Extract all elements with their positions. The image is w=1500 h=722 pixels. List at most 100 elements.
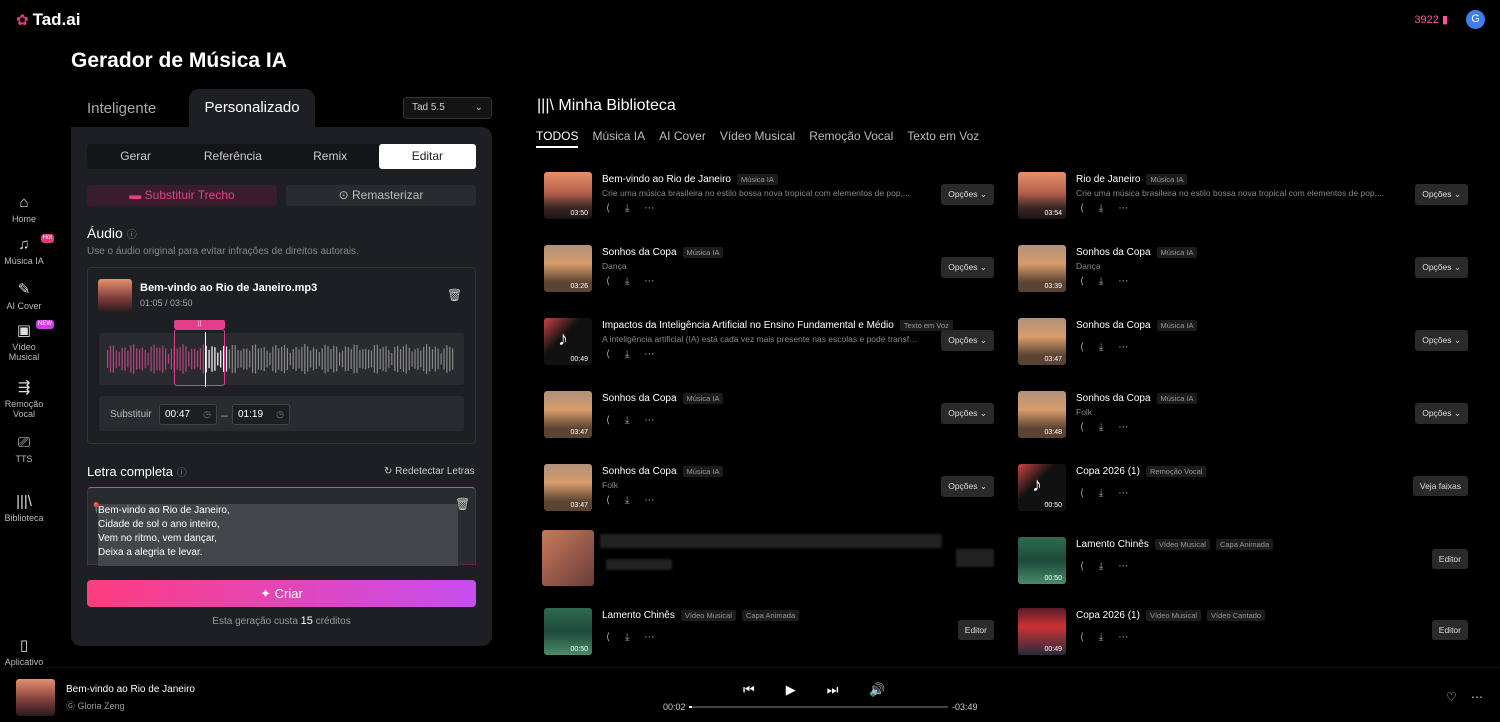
selection-drag-handle[interactable]: || [174,320,225,329]
end-time-input[interactable]: 01:19 ◷ [232,404,290,425]
title-text[interactable]: Sonhos da Copa [602,393,677,404]
share-icon[interactable]: ⟨ [606,415,610,426]
previous-icon[interactable]: ⏮ [743,682,755,698]
sidebar-item-5[interactable]: ⎚ TTS [0,435,48,465]
title-text[interactable]: Lamento Chinês [602,610,675,621]
download-icon[interactable]: ⤓ [625,495,629,506]
selection-region[interactable] [174,329,225,386]
sidebar-item-4[interactable]: ⇶ Remoção Vocal [0,380,48,420]
more-icon[interactable]: ⋯ [1118,422,1128,433]
thumbnail[interactable]: 03:47 [544,464,592,511]
share-icon[interactable]: ⟨ [1080,342,1084,353]
lib-tab-musica-ia[interactable]: Música IA [592,129,645,148]
more-icon[interactable]: ⋯ [1118,488,1128,499]
waveform[interactable] [99,333,464,385]
library-card[interactable]: 03:47 Sonhos da Copa Música IA ⟨ ⤓ ⋯ Opções ⌄ [1018,318,1468,368]
title-text[interactable]: Sonhos da Copa [1076,320,1151,331]
more-icon[interactable]: ⋯ [644,415,654,426]
sidebar-item-7[interactable]: ▯ Aplicativo [0,638,48,668]
card-action-button[interactable]: Opções ⌄ [1415,403,1468,424]
download-icon[interactable]: ⤓ [625,276,629,287]
download-icon[interactable]: ⤓ [625,632,629,643]
more-icon[interactable]: ⋯ [1118,203,1128,214]
title-text[interactable]: Copa 2026 (1) [1076,610,1140,621]
thumbnail[interactable]: 03:48 [1018,391,1066,438]
lib-tab-video-musical[interactable]: Vídeo Musical [720,129,795,148]
download-icon[interactable]: ⤓ [1099,632,1103,643]
library-card[interactable]: 00:50 Lamento Chinês Vídeo Musical Capa Ani… [544,608,994,658]
card-action-button[interactable]: Opções ⌄ [941,403,994,424]
thumbnail[interactable]: 03:47 [1018,318,1066,365]
download-icon[interactable]: ⤓ [1099,561,1103,572]
create-button[interactable]: ✦ Criar [87,580,476,607]
title-text[interactable]: Rio de Janeiro [1076,174,1140,185]
card-action-button[interactable]: Opções ⌄ [1415,330,1468,351]
trash-icon[interactable]: 🗑 [455,497,470,511]
lib-tab-todos[interactable]: TODOS [536,129,579,148]
thumbnail[interactable]: ♪ 00:50 [1018,464,1066,511]
library-card[interactable]: 03:50 Bem-vindo ao Rio de Janeiro Música I… [544,172,994,222]
download-icon[interactable]: ⤓ [625,415,629,426]
start-time-input[interactable]: 00:47 ◷ [159,404,217,425]
blurred-library-card[interactable] [542,530,994,587]
thumbnail[interactable]: 03:54 [1018,172,1066,219]
share-icon[interactable]: ⟨ [606,203,610,214]
title-text[interactable]: Sonhos da Copa [1076,247,1151,258]
player-thumbnail[interactable] [16,679,55,716]
library-card[interactable]: 03:47 Sonhos da Copa Música IA ⟨ ⤓ ⋯ Opções ⌄ [544,391,994,441]
title-text[interactable]: Sonhos da Copa [602,247,677,258]
share-icon[interactable]: ⟨ [1080,632,1084,643]
card-action-button[interactable]: Opções ⌄ [941,476,994,497]
sidebar-item-1[interactable]: ♫ Música IA Hot [0,234,54,266]
library-card[interactable]: 03:39 Sonhos da Copa Música IA Dança ⟨ ⤓ ⋯ Opçõ… [1018,245,1468,295]
card-action-button[interactable]: Editor [1431,549,1468,569]
card-action-button[interactable]: Editor [1431,620,1468,640]
subtab-remix[interactable]: Remix [282,144,379,169]
subtab-editar[interactable]: Editar [378,144,476,169]
heart-icon[interactable]: ♡ [1446,690,1457,704]
subtab-gerar[interactable]: Gerar [87,144,184,169]
library-card[interactable]: 03:26 Sonhos da Copa Música IA Dança ⟨ ⤓ ⋯ Opçõ… [544,245,994,295]
info-icon[interactable]: ⓘ [177,468,187,479]
avatar[interactable]: G [1466,10,1485,29]
thumbnail[interactable]: 00:50 [544,608,592,655]
library-card[interactable]: ♪ 00:50 Copa 2026 (1) Remoção Vocal ⟨ ⤓ ⋯ Veja … [1018,464,1468,514]
more-icon[interactable]: ⋯ [644,203,654,214]
download-icon[interactable]: ⤓ [1099,488,1103,499]
credits-count[interactable]: 3922 ▮ [1414,13,1448,26]
library-card[interactable]: 03:48 Sonhos da Copa Música IA Folk ⟨ ⤓ ⋯ Opçõe… [1018,391,1468,441]
library-card[interactable]: 00:49 Copa 2026 (1) Vídeo Musical Vídeo Can… [1018,608,1468,658]
redetect-lyrics-button[interactable]: ↻ Redetectar Letras [384,466,475,477]
subtab-referencia[interactable]: Referência [184,144,281,169]
more-icon[interactable]: ⋯ [644,276,654,287]
more-icon[interactable]: ⋯ [1471,690,1483,704]
share-icon[interactable]: ⟨ [1080,203,1084,214]
tab-inteligente[interactable]: Inteligente [87,100,156,117]
thumbnail[interactable]: 03:47 [544,391,592,438]
lib-tab-ai-cover[interactable]: AI Cover [659,129,706,148]
more-icon[interactable]: ⋯ [1118,632,1128,643]
download-icon[interactable]: ⤓ [1099,276,1103,287]
share-icon[interactable]: ⟨ [1080,561,1084,572]
share-icon[interactable]: ⟨ [1080,276,1084,287]
share-icon[interactable]: ⟨ [606,276,610,287]
share-icon[interactable]: ⟨ [606,632,610,643]
more-icon[interactable]: ⋯ [644,495,654,506]
title-text[interactable]: Sonhos da Copa [602,466,677,477]
more-icon[interactable]: ⋯ [1118,561,1128,572]
play-icon[interactable]: ▶ [786,682,796,698]
substituir-trecho-button[interactable]: ▬ Substituir Trecho [87,185,277,206]
card-action-button[interactable]: Opções ⌄ [941,184,994,205]
library-card[interactable]: ♪ 00:49 Impactos da Inteligência Artificia… [544,318,994,368]
download-icon[interactable]: ⤓ [625,203,629,214]
info-icon[interactable]: ⓘ [127,230,137,241]
thumbnail[interactable]: 03:26 [544,245,592,292]
thumbnail[interactable]: 00:50 [1018,537,1066,584]
card-action-button[interactable]: Opções ⌄ [941,330,994,351]
share-icon[interactable]: ⟨ [1080,488,1084,499]
playhead[interactable] [205,332,206,387]
lyrics-text[interactable]: Bem-vindo ao Rio de Janeiro, Cidade de s… [98,504,458,566]
card-action-button[interactable]: Opções ⌄ [941,257,994,278]
download-icon[interactable]: ⤓ [1099,422,1103,433]
title-text[interactable]: Copa 2026 (1) [1076,466,1140,477]
